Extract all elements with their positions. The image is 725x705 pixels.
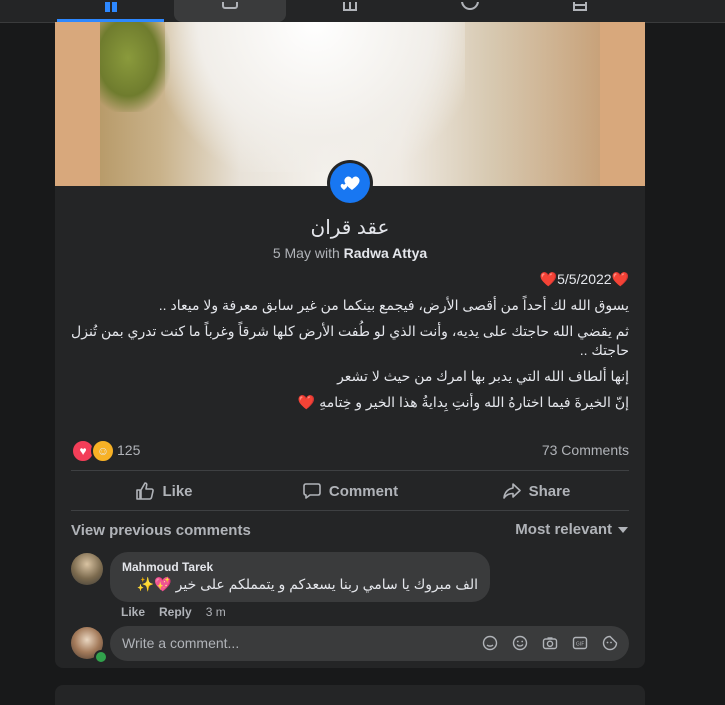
post-text: ❤️5/5/2022❤️ يسوق الله لك أحداً من أقصى …	[71, 270, 629, 419]
share-icon	[502, 483, 521, 499]
sort-label: Most relevant	[515, 521, 612, 538]
post-line: إنّ الخيرةَ فيما اختارهُ الله وأنتِ بِدا…	[297, 394, 629, 410]
comments-count[interactable]: 73 Comments	[542, 442, 629, 458]
post-line: يسوق الله لك أحداً من أقصى الأرض، فيجمع …	[158, 297, 629, 313]
comment-icon	[303, 483, 321, 499]
top-nav	[0, 0, 725, 23]
watch-icon	[222, 2, 238, 9]
event-tagged-name[interactable]: Radwa Attya	[344, 245, 428, 261]
event-subtitle: 5 May with Radwa Attya	[55, 245, 645, 261]
next-post-card	[55, 685, 645, 705]
avatar-sticker-icon[interactable]	[481, 634, 499, 652]
comment-reply-link[interactable]: Reply	[159, 605, 192, 619]
sticker-icon[interactable]	[601, 634, 619, 652]
online-status-dot	[94, 650, 108, 664]
like-button[interactable]: Like	[71, 475, 257, 507]
post-line: إنها ألطاف الله التي يدبر بها امرك من حي…	[337, 368, 629, 384]
view-previous-comments[interactable]: View previous comments	[71, 522, 251, 539]
marketplace-icon	[343, 2, 357, 11]
event-date: 5 May with	[272, 245, 340, 261]
comment-timestamp[interactable]: 3 m	[206, 605, 226, 619]
comment-text: الف مبروك يا سامي ربنا يسعدكم و يتمملكم …	[136, 576, 478, 592]
event-title: عقد قران	[310, 217, 390, 239]
tab-gaming[interactable]	[530, 0, 630, 22]
care-icon: ☺	[91, 439, 115, 463]
comment-actions: Like Reply 3 m	[121, 605, 226, 619]
tab-home[interactable]	[57, 0, 164, 22]
comment-author[interactable]: Mahmoud Tarek	[122, 560, 213, 574]
share-label: Share	[528, 482, 571, 500]
home-icon	[104, 2, 117, 12]
photo-plant	[100, 22, 170, 112]
reactions-summary[interactable]: ♥ ☺	[71, 439, 115, 463]
comment-placeholder: Write a comment...	[122, 635, 240, 651]
gaming-icon	[573, 2, 587, 11]
svg-text:GIF: GIF	[576, 642, 584, 648]
commenter-avatar[interactable]	[71, 553, 103, 585]
reaction-count[interactable]: 125	[117, 442, 140, 458]
divider	[71, 510, 629, 511]
comment-input[interactable]: Write a comment... GIF	[110, 626, 629, 661]
post-stats: ♥ ☺ 125 73 Comments	[71, 438, 629, 463]
composer-tools: GIF	[481, 634, 619, 652]
post-line: ثم يقضي الله حاجتك على يديه، وأنت الذي ل…	[71, 323, 629, 358]
emoji-icon[interactable]	[511, 634, 529, 652]
share-button[interactable]: Share	[443, 475, 629, 507]
hearts-icon	[340, 176, 360, 190]
thumbs-up-icon	[136, 482, 155, 500]
caret-down-icon	[618, 526, 628, 533]
post-line: ❤️5/5/2022❤️	[539, 271, 629, 287]
comment-sort-dropdown[interactable]: Most relevant	[515, 521, 628, 538]
tab-groups[interactable]	[420, 0, 520, 22]
post-card: عقد قران 5 May with Radwa Attya ❤️5/5/20…	[55, 22, 645, 668]
comment-button[interactable]: Comment	[257, 475, 443, 507]
comment-bubble: Mahmoud Tarek الف مبروك يا سامي ربنا يسع…	[110, 552, 490, 602]
gif-icon[interactable]: GIF	[571, 634, 589, 652]
comment-label: Comment	[328, 482, 399, 500]
like-label: Like	[162, 482, 193, 500]
divider	[71, 470, 629, 471]
tab-watch[interactable]	[174, 0, 286, 22]
comment-like-link[interactable]: Like	[121, 605, 145, 619]
post-actions: Like Comment Share	[71, 475, 629, 507]
life-event-badge	[327, 160, 373, 206]
photo-dress	[165, 22, 465, 172]
groups-icon	[461, 2, 479, 10]
camera-icon[interactable]	[541, 634, 559, 652]
tab-marketplace[interactable]	[300, 0, 400, 22]
